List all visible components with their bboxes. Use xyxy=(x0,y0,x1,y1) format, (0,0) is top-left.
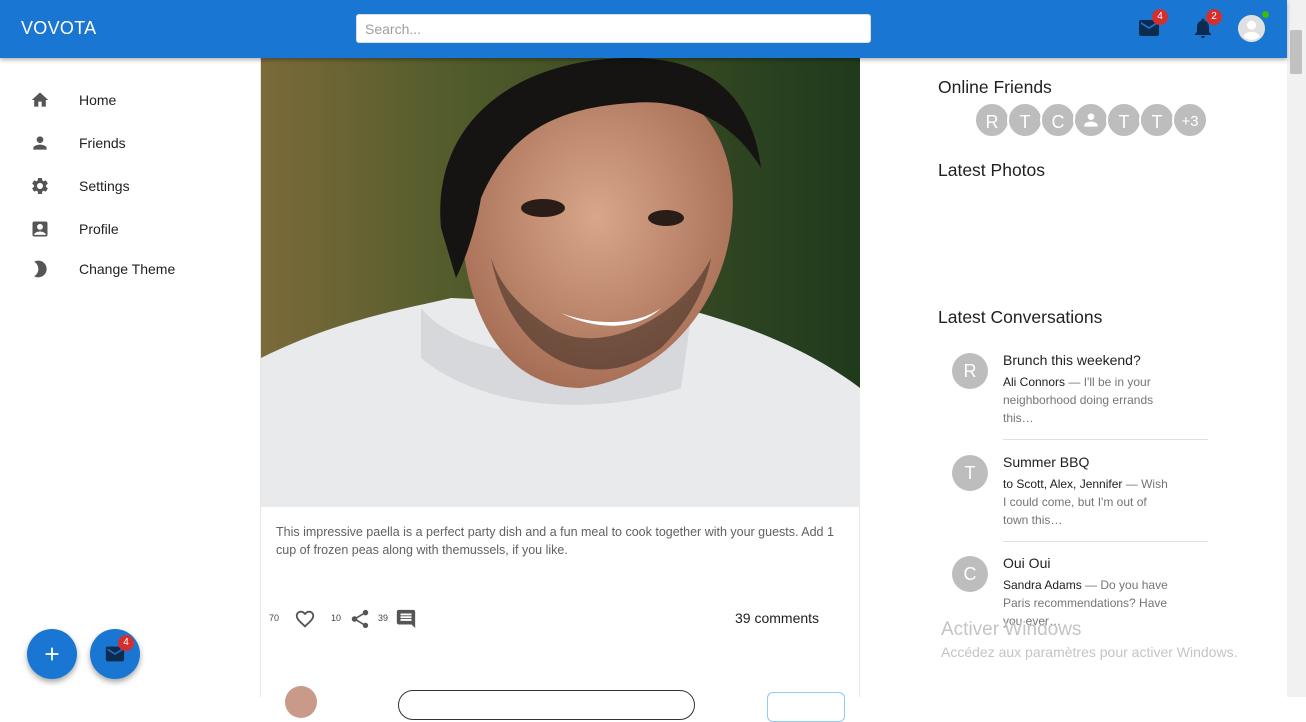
app-brand[interactable]: VOVOTA xyxy=(21,18,96,39)
conversation-avatar: T xyxy=(952,455,988,491)
comments-count-small: 39 xyxy=(378,613,389,623)
friend-avatar[interactable]: R xyxy=(974,102,1010,138)
friend-avatar[interactable]: T xyxy=(1106,102,1142,138)
conversation-preview: Ali Connors — I'll be in your neighborho… xyxy=(1003,373,1173,427)
post-caption: This impressive paella is a perfect part… xyxy=(276,525,834,557)
conversation-item[interactable]: T Summer BBQ to Scott, Alex, Jennifer — … xyxy=(952,451,1208,531)
conversation-from: Ali Connors xyxy=(1003,375,1066,389)
friend-avatar[interactable] xyxy=(1073,102,1109,138)
sidebar-item-profile[interactable]: Profile xyxy=(0,209,255,249)
sidebar-item-label: Settings xyxy=(79,178,130,194)
conversation-item[interactable]: R Brunch this weekend? Ali Connors — I'l… xyxy=(952,349,1208,429)
app-bar: VOVOTA 4 2 xyxy=(0,0,1287,58)
conversation-title: Brunch this weekend? xyxy=(1003,352,1141,368)
online-friends-title: Online Friends xyxy=(938,77,1052,97)
sidebar-item-change-theme[interactable]: Change Theme xyxy=(0,249,255,289)
likes-count: 70 xyxy=(269,613,280,623)
shares-count: 10 xyxy=(331,613,342,623)
like-button[interactable] xyxy=(294,608,316,630)
conversation-title: Oui Oui xyxy=(1003,555,1051,571)
more-friends-count[interactable]: +3 xyxy=(1172,102,1208,138)
plus-icon xyxy=(45,647,59,661)
share-icon xyxy=(351,609,369,629)
post-photo[interactable] xyxy=(261,58,860,507)
person-icon xyxy=(1084,113,1098,127)
moon-icon xyxy=(34,260,47,278)
sidebar-item-friends[interactable]: Friends xyxy=(0,123,255,163)
conversation-avatar: R xyxy=(952,353,988,389)
notifications-button[interactable]: 2 xyxy=(1191,9,1222,40)
scrollbar-thumb[interactable] xyxy=(1290,30,1302,74)
profile-card-icon xyxy=(32,221,48,237)
conversation-preview: to Scott, Alex, Jennifer — Wish I could … xyxy=(1003,475,1173,529)
notifications-badge: 2 xyxy=(1206,9,1222,25)
sidebar-item-label: Profile xyxy=(79,221,119,237)
comments-link[interactable]: 39 comments xyxy=(735,610,819,626)
sidebar-item-label: Friends xyxy=(79,135,126,151)
sidebar: Home Friends Settings Profile Change The… xyxy=(0,58,255,697)
messages-fab-button[interactable]: 4 xyxy=(90,629,140,679)
windows-activation-subtitle: Accédez aux paramètres pour activer Wind… xyxy=(941,644,1238,660)
home-icon xyxy=(31,92,49,107)
conversation-title: Summer BBQ xyxy=(1003,454,1090,470)
messages-fab-badge: 4 xyxy=(118,635,134,651)
comment-user-avatar xyxy=(285,686,317,718)
gear-icon xyxy=(32,178,48,194)
post-photo-image xyxy=(261,58,860,507)
conversation-from: to Scott, Alex, Jennifer xyxy=(1003,477,1123,491)
sidebar-item-label: Home xyxy=(79,92,117,108)
comment-icon xyxy=(396,609,416,629)
add-post-button[interactable] xyxy=(27,629,77,679)
windows-activation-title: Activer Windows xyxy=(941,619,1082,640)
comment-input[interactable] xyxy=(398,690,695,720)
online-status-dot xyxy=(1262,11,1269,18)
sidebar-item-label: Change Theme xyxy=(79,261,176,277)
page-scrollbar[interactable] xyxy=(1287,0,1306,697)
right-panel: Online Friends R T C T T +3 Latest Photo… xyxy=(938,58,1268,697)
share-button[interactable] xyxy=(349,608,371,630)
mail-button[interactable]: 4 xyxy=(1137,9,1168,40)
latest-conversations-title: Latest Conversations xyxy=(938,307,1103,327)
friend-avatar[interactable]: T xyxy=(1139,102,1175,138)
conversation-from: Sandra Adams xyxy=(1003,578,1082,592)
latest-photos-title: Latest Photos xyxy=(938,160,1046,180)
sidebar-item-settings[interactable]: Settings xyxy=(0,166,255,206)
sidebar-item-home[interactable]: Home xyxy=(0,80,255,120)
conversation-avatar: C xyxy=(952,556,988,592)
conversation-divider xyxy=(1003,439,1208,440)
post-card: This impressive paella is a perfect part… xyxy=(260,58,860,697)
user-avatar[interactable] xyxy=(1238,15,1265,42)
mail-badge: 4 xyxy=(1152,9,1168,25)
person-icon xyxy=(33,136,47,150)
account-icon xyxy=(1238,15,1265,42)
conversation-divider xyxy=(1003,541,1208,542)
friend-avatar[interactable]: T xyxy=(1007,102,1043,138)
search-input[interactable] xyxy=(356,14,871,43)
comment-button[interactable] xyxy=(395,608,417,630)
heart-outline-icon xyxy=(295,610,315,628)
friend-avatar[interactable]: C xyxy=(1040,102,1076,138)
